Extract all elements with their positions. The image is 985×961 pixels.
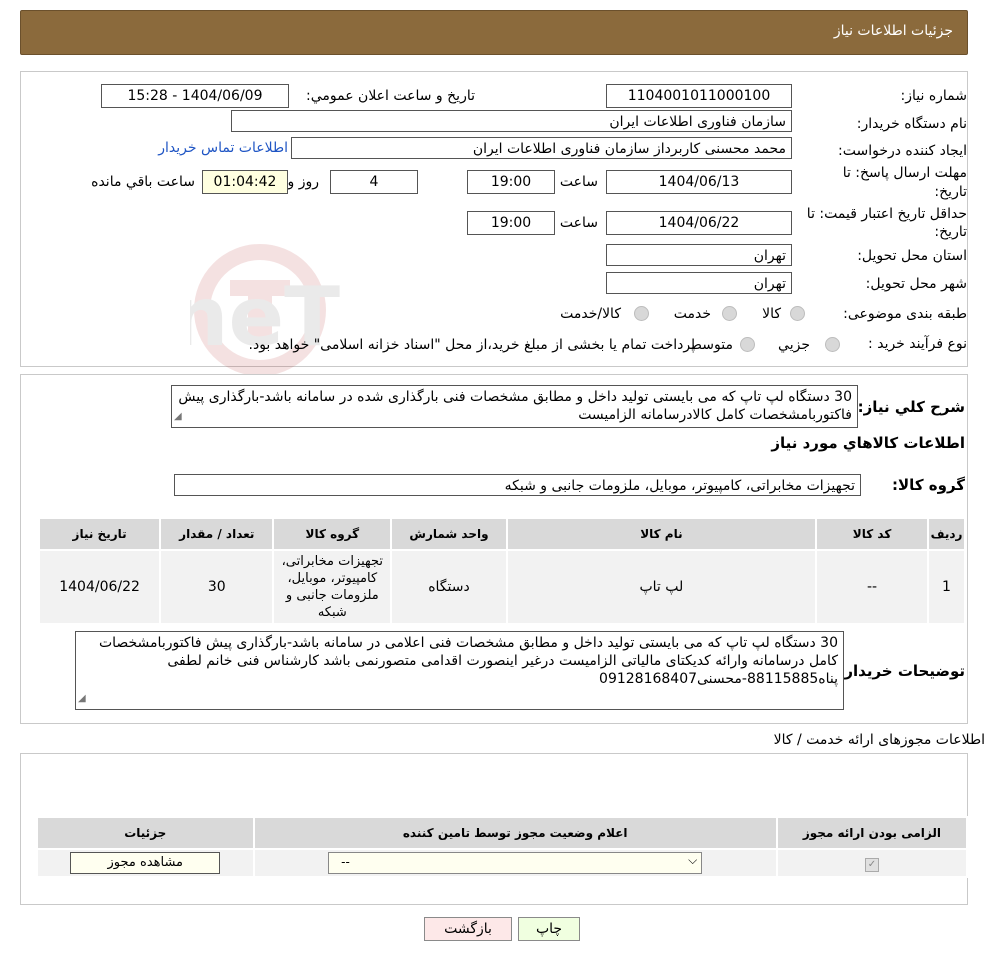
deadline-time-label: ساعت: [559, 174, 598, 190]
remaining-time-label: ساعت باقي مانده: [91, 174, 195, 190]
process-medium-radio[interactable]: [740, 337, 755, 352]
process-note: پرداخت تمام يا بخشی از مبلغ خريد،از محل …: [248, 337, 695, 353]
table-row: 1 -- لپ تاپ دستگاه تجهیزات مخابراتی، کام…: [37, 549, 966, 625]
process-type-label: نوع فرآيند خريد :: [868, 336, 967, 352]
description-textarea[interactable]: 30 دستگاه لپ تاپ که می بایستی تولید داخل…: [171, 385, 858, 428]
cell-permit-status: -- ⌵: [252, 848, 778, 878]
permit-status-select[interactable]: -- ⌵: [328, 852, 703, 874]
buyer-notes-textarea[interactable]: 30 دستگاه لپ تاپ که می بایستی تولید داخل…: [75, 631, 844, 710]
need-number-field: 1104001011000100: [606, 84, 792, 108]
cell-unit: دستگاه: [390, 549, 508, 625]
creator-label: ايجاد كننده درخواست:: [838, 143, 967, 159]
process-medium-label: متوسط: [689, 337, 733, 353]
days-label: روز و: [287, 174, 320, 190]
announce-datetime-field: 1404/06/09 - 15:28: [101, 84, 289, 108]
goods-table-header: رديف كد كالا نام كالا واحد شمارش گروه كا…: [37, 517, 966, 551]
chevron-down-icon: ⌵: [688, 853, 698, 867]
buyer-notes-text: 30 دستگاه لپ تاپ که می بایستی تولید داخل…: [98, 635, 838, 687]
creator-field: محمد محسنی کاربرداز سازمان فناوری اطلاعا…: [291, 137, 792, 159]
validity-label: حداقل تاريخ اعتبار قيمت: تا: [806, 206, 967, 222]
deadline-label-date: تاريخ:: [934, 184, 967, 200]
print-button[interactable]: چاپ: [518, 917, 580, 941]
cell-goods-code: --: [815, 549, 930, 625]
category-goods-radio[interactable]: [790, 306, 805, 321]
buyer-org-field: سازمان فناوری اطلاعات ایران: [231, 110, 792, 132]
resize-handle-icon[interactable]: ◢: [78, 690, 86, 708]
page-header: جزئیات اطلاعات نیاز: [20, 10, 968, 55]
validity-time-label: ساعت: [559, 215, 598, 231]
col-unit: واحد شمارش: [390, 517, 508, 551]
validity-date-field: 1404/06/22: [606, 211, 792, 235]
process-minor-label: جزيي: [778, 337, 810, 353]
deadline-date-field: 1404/06/13: [606, 170, 792, 194]
view-permit-button[interactable]: مشاهده مجوز: [70, 852, 221, 874]
permit-required-checkbox[interactable]: ✓: [864, 857, 879, 872]
category-goods-service-radio[interactable]: [634, 306, 649, 321]
province-field: تهران: [606, 244, 792, 266]
province-label: استان محل تحويل:: [857, 248, 967, 264]
validity-label-date: تاريخ:: [934, 224, 967, 240]
permits-section-title: اطلاعات مجوزهای ارائه خدمت / کالا: [773, 732, 985, 748]
goods-group-label: گروه كالا:: [892, 476, 965, 494]
permits-table-header: الزامی بودن ارائه مجوز اعلام وضعیت مجوز …: [36, 816, 969, 850]
cell-permit-details: مشاهده مجوز: [36, 848, 255, 878]
process-minor-radio[interactable]: [825, 337, 840, 352]
cell-need-date: 1404/06/22: [37, 549, 162, 625]
cell-quantity: 30: [159, 549, 275, 625]
description-text: 30 دستگاه لپ تاپ که می بایستی تولید داخل…: [178, 389, 852, 423]
col-row-number: رديف: [927, 517, 966, 551]
deadline-label: مهلت ارسال پاسخ: تا: [842, 165, 967, 181]
buyer-notes-label: توضيحات خريدار:: [838, 662, 965, 680]
col-quantity: تعداد / مقدار: [159, 517, 275, 551]
category-goods-service-label: كالا/خدمت: [560, 306, 621, 322]
category-service-radio[interactable]: [722, 306, 737, 321]
buyer-org-label: نام دستگاه خريدار:: [856, 116, 967, 132]
description-label: شرح كلي نياز:: [857, 398, 965, 416]
col-need-date: تاريخ نياز: [37, 517, 162, 551]
page-title: جزئیات اطلاعات نیاز: [833, 23, 953, 39]
col-permit-required: الزامی بودن ارائه مجوز: [775, 816, 969, 850]
goods-group-field: تجهیزات مخابراتی، کامپیوتر، موبایل، ملزو…: [174, 474, 861, 496]
table-row: ✓ -- ⌵ مشاهده مجوز: [36, 848, 969, 878]
goods-section-title: اطلاعات كالاهاي مورد نياز: [771, 434, 965, 452]
cell-row-number: 1: [927, 549, 966, 625]
category-service-label: خدمت: [673, 306, 711, 322]
deadline-days-field: 4: [330, 170, 418, 194]
category-label: طبقه بندی موضوعی:: [843, 306, 967, 322]
permit-status-select-value: --: [341, 855, 350, 869]
deadline-time-field: 19:00: [467, 170, 555, 194]
category-goods-label: كالا: [762, 306, 781, 322]
buyer-contact-link[interactable]: اطلاعات تماس خريدار: [158, 140, 288, 156]
goods-table: رديف كد كالا نام كالا واحد شمارش گروه كا…: [37, 517, 966, 625]
col-permit-details: جزئیات: [36, 816, 255, 850]
cell-goods-name: لپ تاپ: [505, 549, 818, 625]
remaining-time-field: 01:04:42: [202, 170, 288, 194]
city-label: شهر محل تحويل:: [865, 276, 967, 292]
announce-label: تاریخ و ساعت اعلان عمومي:: [306, 88, 475, 104]
cell-permit-required: ✓: [775, 848, 969, 878]
col-goods-code: كد كالا: [815, 517, 930, 551]
resize-handle-icon[interactable]: ◢: [174, 408, 182, 426]
back-button[interactable]: بازگشت: [424, 917, 512, 941]
cell-goods-group: تجهیزات مخابراتی، کامپیوتر، موبایل، ملزو…: [272, 549, 393, 625]
city-field: تهران: [606, 272, 792, 294]
col-permit-status: اعلام وضعیت مجوز توسط تامین کننده: [252, 816, 778, 850]
col-goods-group: گروه كالا: [272, 517, 393, 551]
need-number-label: شماره نیاز:: [900, 88, 968, 104]
permits-table: الزامی بودن ارائه مجوز اعلام وضعیت مجوز …: [36, 816, 969, 878]
validity-time-field: 19:00: [467, 211, 555, 235]
col-goods-name: نام كالا: [505, 517, 818, 551]
